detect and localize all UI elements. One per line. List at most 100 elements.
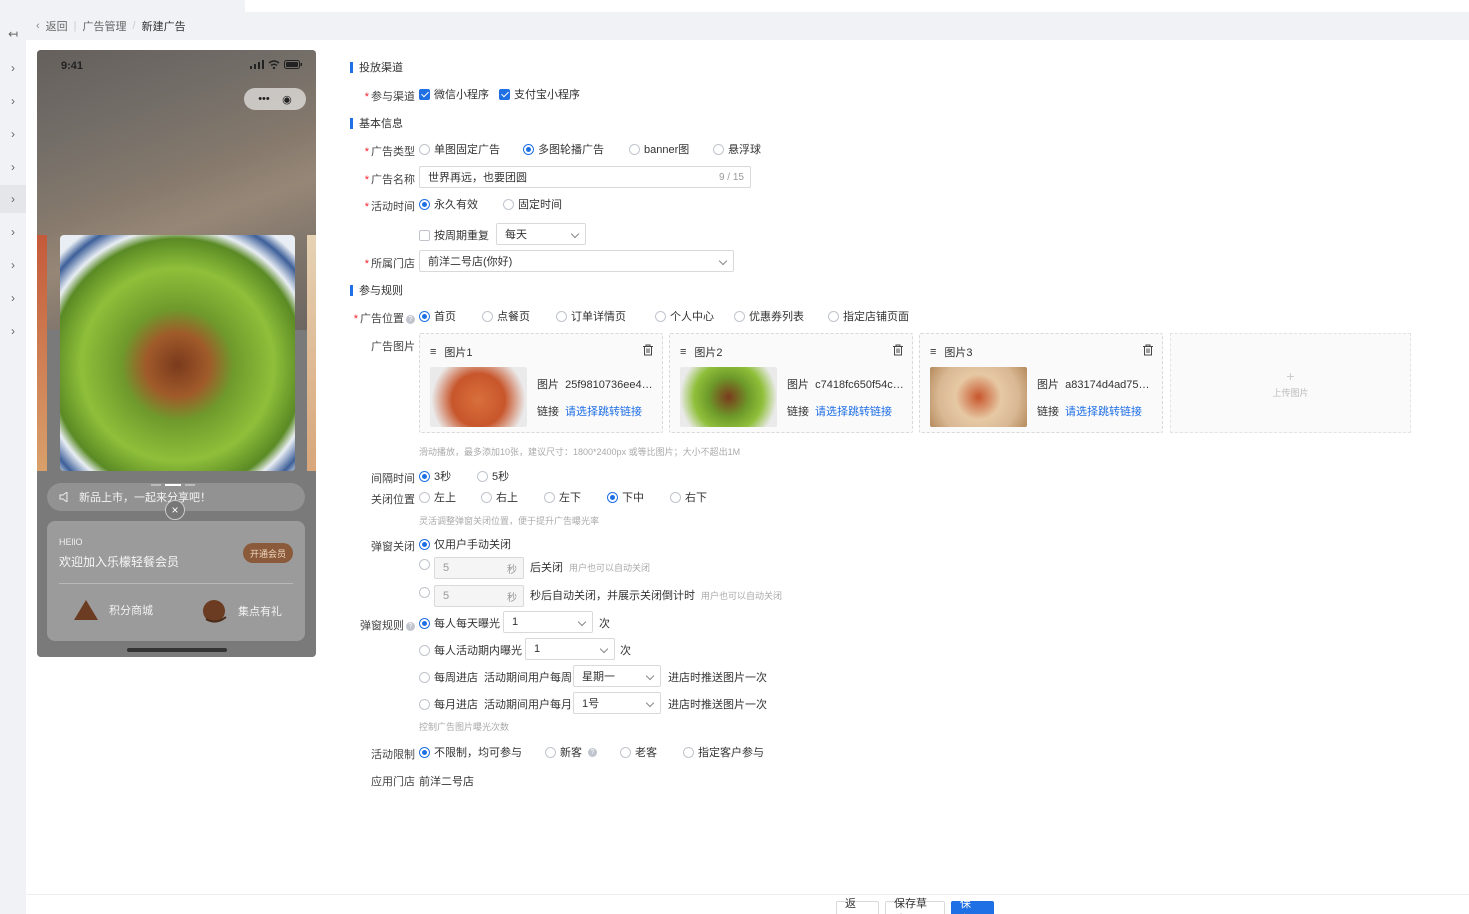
rail-item-9[interactable]: › — [0, 317, 26, 345]
rail-item-7[interactable]: › — [0, 251, 26, 279]
breadcrumb: ‹ 返回 | 广告管理 / 新建广告 — [36, 18, 186, 34]
rail-item-4[interactable]: › — [0, 153, 26, 181]
popup-rule-monthly-select[interactable]: 1号 — [573, 692, 661, 714]
collapse-icon[interactable]: ↤ — [0, 20, 26, 48]
popup-close-after-radio[interactable] — [419, 559, 430, 570]
save-draft-button[interactable]: 保存草稿 — [885, 898, 945, 914]
image-thumbnail[interactable] — [930, 367, 1027, 427]
trash-icon[interactable] — [892, 344, 904, 356]
popup-rule-period-select[interactable]: 1 — [525, 638, 615, 660]
position-coupons[interactable]: 优惠券列表 — [734, 308, 828, 324]
limit-new[interactable]: 新客? — [545, 744, 620, 760]
trash-icon[interactable] — [1142, 344, 1154, 356]
channel-wechat[interactable]: 微信小程序 — [419, 86, 489, 102]
position-order-detail[interactable]: 订单详情页 — [556, 308, 655, 324]
activity-time-label: * 活动时间 — [364, 201, 415, 213]
help-icon[interactable]: ? — [406, 621, 415, 631]
popup-close-countdown-radio[interactable] — [419, 587, 430, 598]
activity-time-fixed[interactable]: 固定时间 — [503, 196, 562, 212]
image-card-title: 图片2 — [694, 347, 723, 359]
close-pos-bottom-center[interactable]: 下中 — [607, 489, 670, 505]
select-link-button[interactable]: 请选择跳转链接 — [1065, 406, 1142, 418]
popup-rule-daily-radio[interactable]: 每人每天曝光 — [419, 615, 500, 631]
rail-item-6[interactable]: › — [0, 218, 26, 246]
interval-3s[interactable]: 3秒 — [419, 468, 477, 484]
image-card-2: ≡ 图片2 图片 c7418fc650f54c6... 链接 请选择跳转链接 — [669, 333, 913, 433]
limit-none[interactable]: 不限制，均可参与 — [419, 744, 545, 760]
popup-close-countdown-input[interactable]: 5秒 — [434, 585, 524, 607]
rail-item-2[interactable]: › — [0, 87, 26, 115]
seconds-unit: 秒 — [507, 592, 517, 604]
activity-time-permanent[interactable]: 永久有效 — [419, 196, 503, 212]
popup-rule-weekly-select[interactable]: 星期一 — [573, 665, 661, 687]
rail-item-3[interactable]: › — [0, 120, 26, 148]
repeat-select[interactable]: 每天 — [496, 223, 586, 245]
limit-specific[interactable]: 指定客户参与 — [683, 744, 764, 760]
popup-close-manual[interactable]: 仅用户手动关闭 — [419, 536, 511, 552]
carousel-current-image[interactable] — [60, 235, 295, 471]
ad-type-banner[interactable]: banner图 — [629, 141, 713, 157]
ad-type-carousel[interactable]: 多图轮播广告 — [523, 141, 629, 157]
close-pos-bottom-right[interactable]: 右下 — [670, 489, 707, 505]
mini-program-capsule[interactable]: ••• ◉ — [244, 88, 306, 110]
apply-store-label: 应用门店 — [371, 776, 415, 788]
breadcrumb-slash: / — [132, 20, 136, 32]
image-card-title: 图片3 — [944, 347, 973, 359]
position-options: 首页 点餐页 订单详情页 个人中心 优惠券列表 指定店铺页面 — [419, 308, 909, 324]
store-select[interactable]: 前洋二号店(你好) — [419, 250, 734, 272]
drag-handle-icon[interactable]: ≡ — [680, 346, 686, 358]
popup-close-button[interactable]: × — [165, 500, 185, 520]
position-order[interactable]: 点餐页 — [482, 308, 556, 324]
ad-name-input[interactable]: 世界再远，也要团圆 9 / 15 — [419, 166, 751, 188]
carousel-next-image — [307, 235, 316, 471]
rail-item-8[interactable]: › — [0, 284, 26, 312]
channel-alipay[interactable]: 支付宝小程序 — [499, 86, 580, 102]
ad-type-single[interactable]: 单图固定广告 — [419, 141, 523, 157]
breadcrumb-current: 新建广告 — [141, 21, 186, 33]
interval-5s[interactable]: 5秒 — [477, 468, 509, 484]
popup-rule-monthly-radio[interactable]: 每月进店 — [419, 696, 478, 712]
breadcrumb-parent[interactable]: 广告管理 — [83, 18, 127, 34]
close-pos-top-left[interactable]: 左上 — [419, 489, 481, 505]
status-icons — [250, 60, 302, 69]
position-store-page[interactable]: 指定店铺页面 — [828, 308, 909, 324]
popup-close-after-input[interactable]: 5秒 — [434, 557, 524, 579]
repeat-checkbox[interactable]: 按周期重复 — [419, 227, 489, 243]
target-icon[interactable]: ◉ — [282, 93, 292, 106]
upload-image-button[interactable]: + 上传图片 — [1170, 333, 1411, 433]
back-link[interactable]: 返回 — [46, 18, 68, 34]
ad-type-float[interactable]: 悬浮球 — [713, 141, 761, 157]
popup-rule-weekly-suffix: 进店时推送图片一次 — [668, 672, 767, 684]
trash-icon[interactable] — [642, 344, 654, 356]
help-icon[interactable]: ? — [588, 747, 597, 757]
image-link: 链接 请选择跳转链接 — [537, 406, 642, 418]
drag-handle-icon[interactable]: ≡ — [930, 346, 936, 358]
back-button[interactable]: 返 回 — [836, 898, 879, 914]
limit-old[interactable]: 老客 — [620, 744, 683, 760]
chevron-left-icon[interactable]: ‹ — [36, 20, 40, 32]
stamp-gift-label: 集点有礼 — [238, 606, 282, 618]
position-profile[interactable]: 个人中心 — [655, 308, 734, 324]
drag-handle-icon[interactable]: ≡ — [430, 346, 436, 358]
close-pos-bottom-left[interactable]: 左下 — [544, 489, 607, 505]
image-thumbnail[interactable] — [680, 367, 777, 427]
select-link-button[interactable]: 请选择跳转链接 — [565, 406, 642, 418]
help-icon[interactable]: ? — [406, 314, 415, 324]
position-home[interactable]: 首页 — [419, 308, 482, 324]
points-mall-item[interactable]: 积分商城 — [73, 599, 153, 621]
open-member-button[interactable]: 开通会员 — [243, 543, 293, 563]
rail-item-5[interactable]: › — [0, 185, 26, 213]
rail-item-1[interactable]: › — [0, 54, 26, 82]
save-button[interactable]: 保 存 — [951, 898, 994, 914]
more-icon[interactable]: ••• — [258, 93, 270, 105]
popup-rule-daily-select[interactable]: 1 — [503, 611, 593, 633]
stamp-gift-item[interactable]: 集点有礼 — [202, 599, 282, 623]
select-link-button[interactable]: 请选择跳转链接 — [815, 406, 892, 418]
image-thumbnail[interactable] — [430, 367, 527, 427]
popup-rule-weekly-radio[interactable]: 每周进店 — [419, 669, 478, 685]
close-pos-hint: 灵活调整弹窗关闭位置，便于提升广告曝光率 — [419, 516, 600, 526]
popup-rule-period-radio[interactable]: 每人活动期内曝光 — [419, 642, 522, 658]
limit-options: 不限制，均可参与 新客? 老客 指定客户参与 — [419, 744, 764, 760]
close-pos-top-right[interactable]: 右上 — [481, 489, 544, 505]
member-welcome: 欢迎加入乐檬轻餐会员 — [59, 555, 180, 569]
